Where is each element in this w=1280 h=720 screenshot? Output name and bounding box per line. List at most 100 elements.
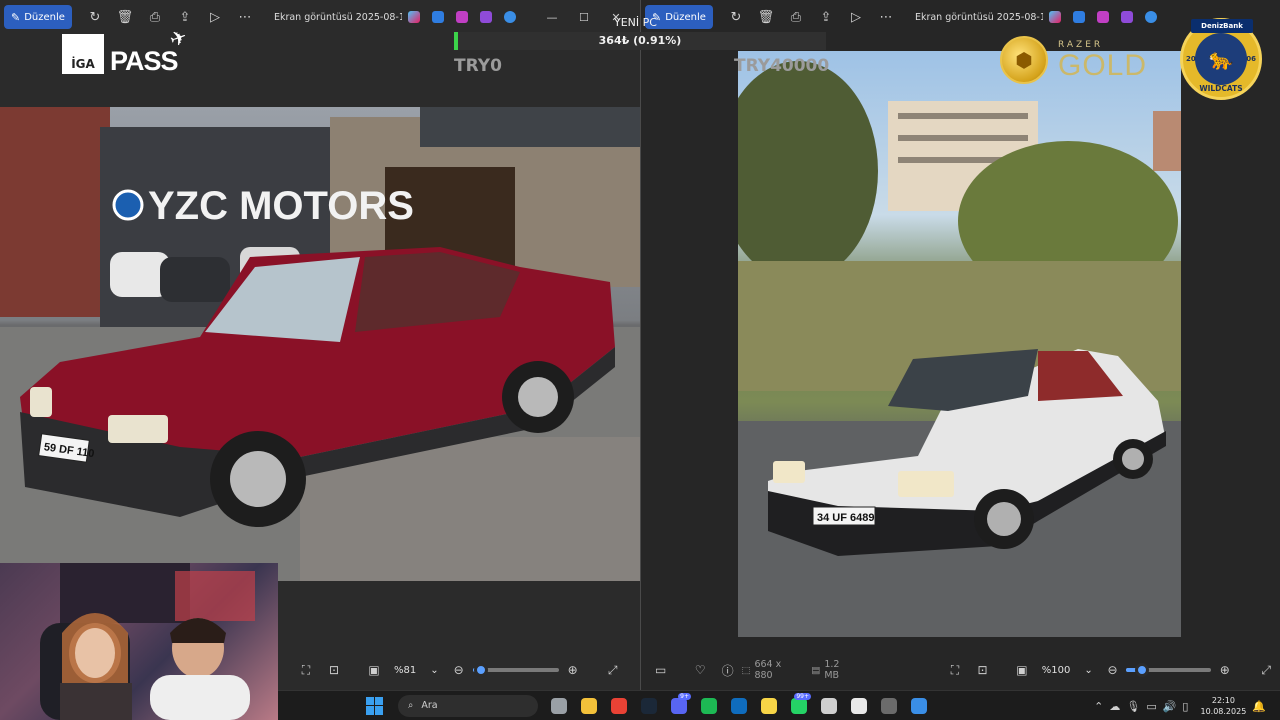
filmstrip-toggle-icon[interactable]: ▣ xyxy=(1008,657,1036,683)
denizbank-label: DenizBank xyxy=(1191,19,1253,33)
taskbar-search[interactable]: ⌕ Ara xyxy=(398,694,538,717)
minimize-button[interactable]: — xyxy=(536,5,568,29)
volume-icon[interactable]: 🔊 xyxy=(1163,700,1177,713)
rotate-icon[interactable]: ↻ xyxy=(721,5,751,29)
battery-icon[interactable]: ▯ xyxy=(1182,700,1188,713)
clipchamp-icon[interactable] xyxy=(450,5,474,29)
obs-icon[interactable] xyxy=(876,694,902,718)
zoom-dropdown[interactable]: %100 ⌄ xyxy=(1036,658,1099,682)
chatgpt-icon[interactable] xyxy=(816,694,842,718)
actual-size-icon[interactable]: ⊡ xyxy=(969,657,997,683)
file-explorer-icon[interactable] xyxy=(576,694,602,718)
mic-icon[interactable]: 🎙 xyxy=(1126,700,1140,713)
year-left: 20 xyxy=(1186,55,1196,63)
file-explorer-icon-glyph xyxy=(581,697,597,714)
delete-icon[interactable]: 🗑 xyxy=(751,5,781,29)
iga-pass-text: PASS xyxy=(110,46,179,76)
edit-button[interactable]: ✎ Düzenle xyxy=(4,5,72,29)
filesize-text: 1.2 MB xyxy=(824,659,840,681)
fit-icon[interactable]: ⛶ xyxy=(941,657,969,683)
obs-icon-glyph xyxy=(881,697,897,714)
chevron-up-icon[interactable]: ⌃ xyxy=(1094,700,1103,713)
capcut-icon-glyph xyxy=(851,697,867,714)
print-icon[interactable]: ⎙ xyxy=(140,5,170,29)
notification-icon[interactable]: 🔔 xyxy=(1252,700,1266,713)
sticky-notes-icon-glyph xyxy=(761,697,777,714)
onedrive-icon[interactable] xyxy=(498,5,522,29)
fullscreen-icon[interactable]: ⤢ xyxy=(1252,657,1280,683)
iga-pass-logo: İGA PASS ✈ xyxy=(48,24,196,76)
windows-start-icon[interactable] xyxy=(366,696,384,715)
more-icon[interactable]: ⋯ xyxy=(871,5,901,29)
steam-icon[interactable] xyxy=(636,694,662,718)
onedrive-icon[interactable] xyxy=(1139,5,1163,29)
edit-button-label: Düzenle xyxy=(24,11,65,23)
photos-icon[interactable] xyxy=(906,694,932,718)
more-icon[interactable]: ⋯ xyxy=(230,5,260,29)
webcam-feed xyxy=(0,563,278,720)
image-size-icon: ⬚ xyxy=(741,664,751,676)
photos-icon-glyph xyxy=(911,697,927,714)
zoom-dropdown[interactable]: %81 ⌄ xyxy=(388,658,445,682)
zoom-slider[interactable] xyxy=(472,663,559,677)
fit-icon[interactable]: ⛶ xyxy=(292,657,320,683)
whatsapp-icon[interactable]: 99+ xyxy=(786,692,812,718)
dimensions-text: 664 x 880 xyxy=(754,659,782,681)
clock[interactable]: 22:10 10.08.2025 xyxy=(1200,695,1246,717)
search-label: Ara xyxy=(421,700,438,711)
zoom-slider[interactable] xyxy=(1126,663,1212,677)
edit-button-label: Düzenle xyxy=(665,11,706,23)
outlook-icon-glyph xyxy=(731,697,747,714)
filmstrip-icon[interactable]: ▣ xyxy=(360,657,388,683)
zoom-out-icon[interactable]: ⊖ xyxy=(445,657,473,683)
slideshow-icon[interactable]: ▷ xyxy=(200,5,230,29)
zoom-slider-knob[interactable] xyxy=(1134,663,1149,677)
editor-icon[interactable] xyxy=(1115,5,1139,29)
search-icon: ⌕ xyxy=(408,700,414,711)
capcut-icon[interactable] xyxy=(846,694,872,718)
bottom-bar-right: ▭ ♡ ⓘ ⬚ 664 x 880 ▤ 1.2 MB ⛶ ⊡ ▣ %100 ⌄ … xyxy=(641,650,1280,690)
fullscreen-icon[interactable]: ⤢ xyxy=(599,657,627,683)
copilot-icon[interactable] xyxy=(402,5,426,29)
designer-icon[interactable] xyxy=(1067,5,1091,29)
filmstrip-icon[interactable]: ▭ xyxy=(647,657,675,683)
slideshow-icon[interactable]: ▷ xyxy=(841,5,871,29)
maximize-button[interactable]: ☐ xyxy=(568,5,600,29)
donation-goal-title: YENİ PC xyxy=(614,16,657,29)
designer-icon[interactable] xyxy=(426,5,450,29)
print-icon[interactable]: ⎙ xyxy=(781,5,811,29)
zoom-value: %100 xyxy=(1041,664,1071,676)
clipchamp-icon[interactable] xyxy=(1091,5,1115,29)
sticky-notes-icon[interactable] xyxy=(756,694,782,718)
delete-icon[interactable]: 🗑 xyxy=(110,5,140,29)
outlook-icon[interactable] xyxy=(726,694,752,718)
notification-badge: 99+ xyxy=(794,692,811,700)
zoom-in-icon[interactable]: ⊕ xyxy=(559,657,587,683)
zoom-in-icon[interactable]: ⊕ xyxy=(1211,657,1239,683)
zoom-slider-knob[interactable] xyxy=(474,663,489,677)
chrome-icon[interactable] xyxy=(606,694,632,718)
share-icon[interactable]: ⇪ xyxy=(811,5,841,29)
discord-icon[interactable]: 9+ xyxy=(666,692,692,718)
rotate-icon[interactable]: ↻ xyxy=(80,5,110,29)
onedrive-tray-icon[interactable]: ☁ xyxy=(1109,700,1120,713)
task-view-icon[interactable] xyxy=(546,694,572,718)
sign-yzc-motors: YZC MOTORS xyxy=(148,184,414,228)
toolbar-right: ✎ Düzenle ↻ 🗑 ⎙ ⇪ ▷ ⋯ Ekran görüntüsü 20… xyxy=(641,0,1280,34)
actual-size-icon[interactable]: ⊡ xyxy=(320,657,348,683)
steam-icon-glyph xyxy=(641,697,657,714)
chatgpt-icon-glyph xyxy=(821,697,837,714)
zoom-out-icon[interactable]: ⊖ xyxy=(1099,657,1127,683)
spotify-icon[interactable] xyxy=(696,694,722,718)
editor-icon[interactable] xyxy=(474,5,498,29)
copilot-icon[interactable] xyxy=(1043,5,1067,29)
spotify-icon-glyph xyxy=(701,697,717,714)
notification-badge: 9+ xyxy=(678,692,691,700)
desktop: ✎ Düzenle ↻ 🗑 ⎙ ⇪ ▷ ⋯ Ekran görüntüsü 20… xyxy=(0,0,1280,720)
year-right: 06 xyxy=(1246,55,1256,63)
photo-scene: YZC MOTORS 59 DF 110 xyxy=(0,107,640,581)
donation-goal-min: TRY0 xyxy=(454,56,502,76)
info-icon[interactable]: ⓘ xyxy=(714,657,742,683)
network-icon[interactable]: ▭ xyxy=(1146,700,1156,713)
favorite-icon[interactable]: ♡ xyxy=(686,657,714,683)
